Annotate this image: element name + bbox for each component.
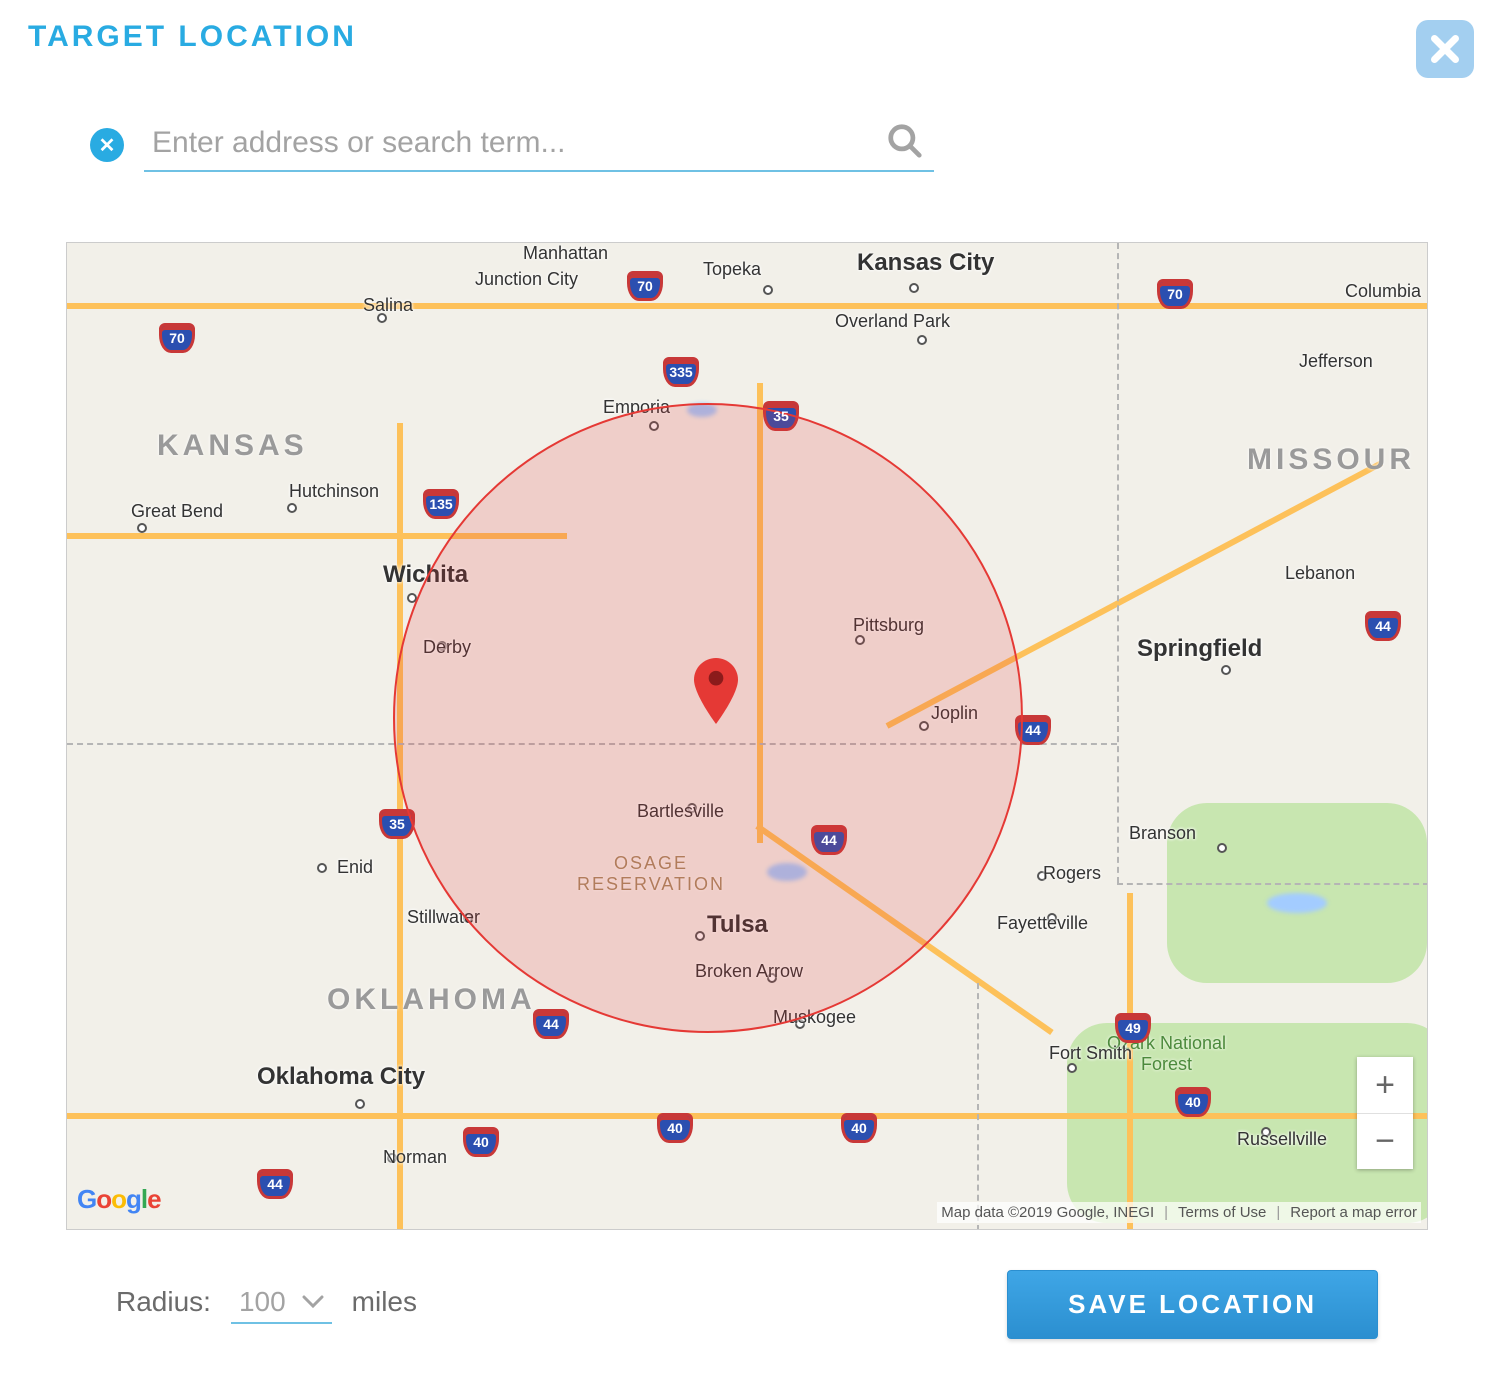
shield-i49: 49 [1115,1013,1151,1043]
state-label-oklahoma: OKLAHOMA [327,983,536,1017]
clear-icon: ✕ [99,133,116,158]
shield-i70: 70 [1157,279,1193,309]
city-great-bend: Great Bend [131,501,223,522]
shield-i70: 70 [159,323,195,353]
report-error-link[interactable]: Report a map error [1290,1204,1417,1221]
map-data-text: Map data ©2019 Google, INEGI [941,1204,1154,1221]
city-oklahoma-city: Oklahoma City [257,1063,425,1091]
location-pin-icon[interactable] [694,658,738,718]
city-junction-city: Junction City [475,269,578,290]
city-hutchinson: Hutchinson [289,481,379,502]
city-overland-park: Overland Park [835,311,950,332]
shield-i44: 44 [533,1009,569,1039]
shield-i40: 40 [657,1113,693,1143]
city-springfield: Springfield [1137,635,1262,663]
shield-i135: 135 [423,489,459,519]
city-rogers: Rogers [1043,863,1101,884]
close-icon [1424,28,1466,70]
map-water [1267,893,1327,913]
state-label-missouri: MISSOUR [1247,443,1415,477]
city-enid: Enid [337,857,373,878]
city-columbia: Columbia [1345,281,1421,302]
city-salina: Salina [363,295,413,316]
city-dot [355,1099,365,1109]
city-branson: Branson [1129,823,1196,844]
city-dot [763,285,773,295]
radius-unit: miles [352,1286,417,1318]
city-manhattan: Manhattan [523,243,608,264]
city-dot [909,283,919,293]
shield-i40: 40 [463,1127,499,1157]
city-dot [1217,843,1227,853]
city-russellville: Russellville [1237,1129,1327,1150]
city-topeka: Topeka [703,259,761,280]
city-fayetteville: Fayetteville [997,913,1088,934]
close-button[interactable] [1416,20,1474,78]
google-logo: Google [77,1184,161,1215]
zoom-in-button[interactable]: + [1357,1057,1413,1113]
shield-i335: 335 [663,357,699,387]
search-input[interactable] [144,118,934,172]
city-dot [1067,1063,1077,1073]
clear-search-button[interactable]: ✕ [90,128,124,162]
map-attribution: Map data ©2019 Google, INEGI | Terms of … [937,1202,1421,1223]
radius-select[interactable]: 100 [231,1286,332,1324]
city-lebanon: Lebanon [1285,563,1355,584]
city-dot [1221,665,1231,675]
dialog-title: TARGET LOCATION [20,20,357,54]
chevron-down-icon [302,1295,324,1309]
city-fort-smith: Fort Smith [1049,1043,1132,1064]
search-icon[interactable] [886,122,924,165]
zoom-controls: + − [1357,1057,1413,1169]
map[interactable]: KANSAS OKLAHOMA MISSOUR Ozark National F… [66,242,1428,1230]
city-dot [287,503,297,513]
zoom-out-button[interactable]: − [1357,1113,1413,1169]
shield-i44: 44 [257,1169,293,1199]
map-highway [67,303,1428,309]
shield-i44: 44 [1365,611,1401,641]
city-dot [917,335,927,345]
city-kansas-city: Kansas City [857,249,994,277]
save-location-button[interactable]: SAVE LOCATION [1007,1270,1378,1339]
terms-link[interactable]: Terms of Use [1178,1204,1266,1221]
shield-i70: 70 [627,271,663,301]
shield-i40: 40 [841,1113,877,1143]
radius-value: 100 [239,1286,286,1318]
state-label-kansas: KANSAS [157,429,308,463]
city-dot [137,523,147,533]
radius-label: Radius: [116,1286,211,1318]
map-border [1117,883,1428,885]
map-highway [67,1113,1428,1119]
shield-i40: 40 [1175,1087,1211,1117]
map-border [977,983,979,1230]
map-border [1117,243,1119,883]
city-norman: Norman [383,1147,447,1168]
city-jefferson: Jefferson [1299,351,1373,372]
city-dot [317,863,327,873]
